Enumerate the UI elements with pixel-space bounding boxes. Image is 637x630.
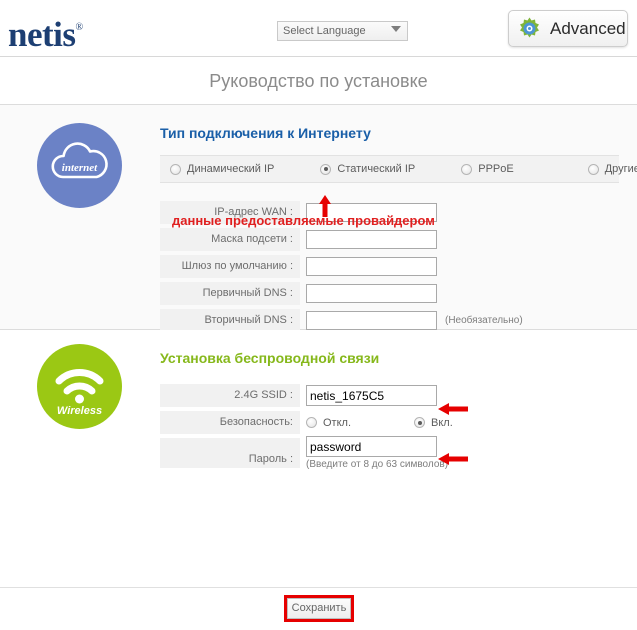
subnet-mask-input[interactable] [306, 230, 437, 249]
arrow-left-icon-password [438, 452, 468, 466]
internet-cloud-icon: internet [37, 123, 122, 208]
security-radio-group: Откл. Вкл. [306, 417, 534, 429]
radio-icon [587, 163, 599, 175]
radio-other[interactable]: Другие [587, 163, 637, 175]
page-header: netis® Select Language Advanced [0, 0, 637, 57]
radio-static-ip[interactable]: Статический IP [320, 163, 415, 175]
radio-icon-selected [320, 163, 332, 175]
gateway-field-wrap [306, 257, 437, 276]
secondary-dns-hint: (Необязательно) [445, 315, 523, 326]
primary-dns-label: Первичный DNS : [160, 282, 300, 305]
radio-icon [170, 163, 181, 175]
wireless-settings-form: 2.4G SSID : Безопасность: Откл. [160, 384, 619, 470]
gateway-label: Шлюз по умолчанию : [160, 255, 300, 278]
radio-icon [306, 417, 317, 428]
password-field-wrap: (Введите от 8 до 63 символов) [306, 436, 448, 470]
password-hint: (Введите от 8 до 63 символов) [306, 459, 449, 470]
ssid-field-wrap [306, 385, 437, 406]
secondary-dns-field-wrap: (Необязательно) [306, 311, 523, 330]
annotation-provider-note: данные предоставляемые провайдером [172, 213, 435, 228]
radio-icon-selected [414, 417, 425, 428]
subnet-mask-field-wrap [306, 230, 437, 249]
chevron-down-icon [391, 26, 401, 32]
radio-pppoe-label: PPPoE [478, 163, 514, 175]
language-select[interactable]: Select Language [277, 21, 408, 41]
primary-dns-field-wrap [306, 284, 437, 303]
arrow-up-icon [318, 195, 332, 217]
security-label: Безопасность: [160, 411, 300, 434]
ssid-label: 2.4G SSID : [160, 384, 300, 407]
logo-trademark-icon: ® [75, 22, 84, 33]
radio-security-off-label: Откл. [323, 416, 352, 429]
radio-icon [461, 163, 473, 175]
form-row-security: Безопасность: Откл. Вкл. [160, 411, 619, 434]
wireless-section-heading: Установка беспроводной связи [160, 350, 380, 366]
form-row-secondary-dns: Вторичный DNS : (Необязательно) [160, 309, 619, 332]
logo-text: netis [8, 15, 76, 54]
gear-icon [517, 16, 542, 41]
secondary-dns-label: Вторичный DNS : [160, 309, 300, 332]
footer-divider [0, 587, 637, 588]
language-select-value: Select Language [283, 25, 366, 37]
form-row-gateway: Шлюз по умолчанию : [160, 255, 619, 278]
radio-security-on-label: Вкл. [431, 416, 453, 429]
wireless-signal-icon: Wireless [37, 344, 122, 429]
radio-pppoe[interactable]: PPPoE [461, 163, 514, 175]
ssid-input[interactable] [306, 385, 437, 406]
primary-dns-input[interactable] [306, 284, 437, 303]
radio-dynamic-ip-label: Динамический IP [187, 163, 275, 175]
form-row-ssid: 2.4G SSID : [160, 384, 619, 407]
wireless-setup-section: Wireless Установка беспроводной связи 2.… [0, 330, 637, 480]
advanced-button[interactable]: Advanced [508, 10, 628, 47]
form-row-subnet-mask: Маска подсети : [160, 228, 619, 251]
wireless-section-body: Установка беспроводной связи 2.4G SSID :… [160, 330, 637, 470]
svg-text:Wireless: Wireless [57, 405, 102, 417]
internet-section-heading: Тип подключения к Интернету [160, 125, 371, 141]
radio-security-off[interactable]: Откл. [306, 417, 414, 429]
password-input[interactable] [306, 436, 437, 457]
router-setup-page: netis® Select Language Advanced Руководс… [0, 0, 637, 630]
secondary-dns-input[interactable] [306, 311, 437, 330]
gateway-input[interactable] [306, 257, 437, 276]
connection-type-radio-group: Динамический IP Статический IP PPPoE Дру… [160, 155, 637, 183]
form-row-primary-dns: Первичный DNS : [160, 282, 619, 305]
radio-static-ip-label: Статический IP [337, 163, 416, 175]
svg-text:internet: internet [62, 162, 98, 174]
save-button[interactable]: Сохранить [287, 598, 351, 619]
page-title: Руководство по установке [0, 57, 637, 105]
arrow-left-icon-ssid [438, 402, 468, 416]
form-row-password: Пароль : (Введите от 8 до 63 символов) [160, 436, 619, 470]
subnet-mask-label: Маска подсети : [160, 228, 300, 251]
password-label: Пароль : [160, 438, 300, 468]
advanced-button-label: Advanced [550, 18, 626, 38]
radio-other-label: Другие [604, 163, 637, 175]
netis-logo: netis® [8, 8, 83, 55]
radio-dynamic-ip[interactable]: Динамический IP [170, 163, 274, 175]
radio-security-on[interactable]: Вкл. [414, 417, 453, 429]
